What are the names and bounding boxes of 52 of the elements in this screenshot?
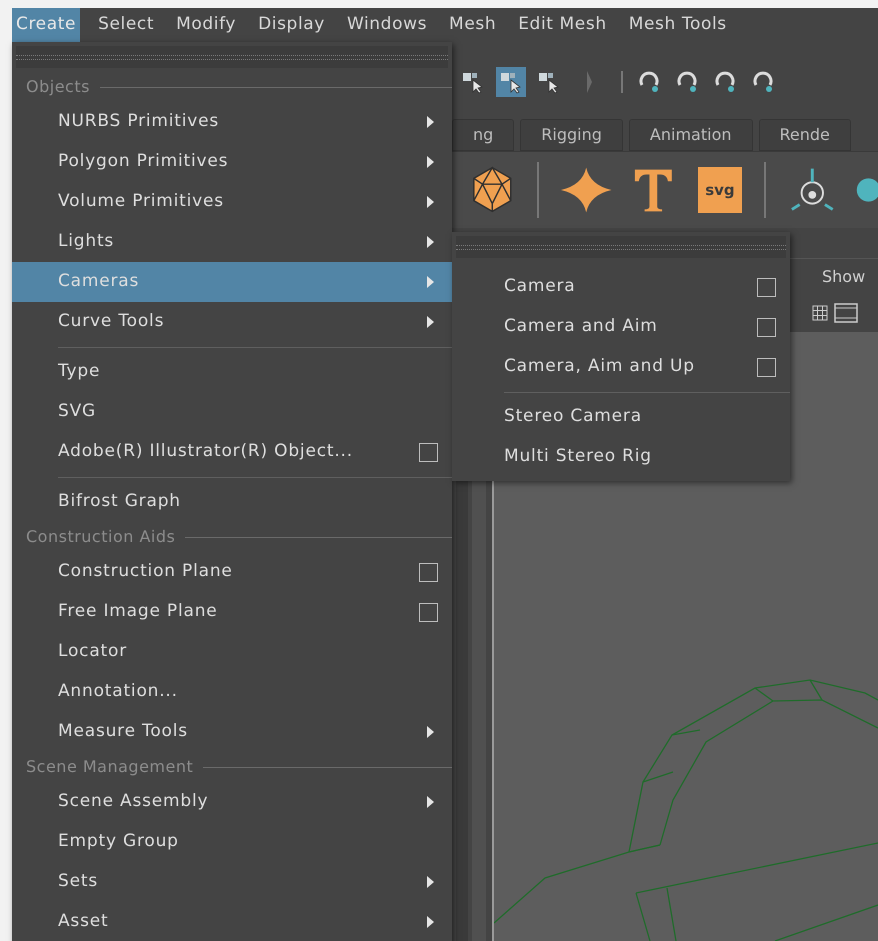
section-header: Objects <box>26 76 90 98</box>
option-box[interactable] <box>419 443 438 462</box>
menu-bar-item[interactable]: Edit Mesh <box>514 8 611 42</box>
shelf-tab[interactable]: Rigging <box>520 119 623 151</box>
menu-bar-item[interactable]: Mesh Tools <box>624 8 731 42</box>
menu-bar-item[interactable]: Select <box>94 8 158 42</box>
menu-item[interactable]: Locator <box>12 632 452 672</box>
option-box[interactable] <box>419 563 438 582</box>
film-icon[interactable] <box>834 303 858 323</box>
svg-icon[interactable]: svg <box>698 167 742 213</box>
menu-item[interactable]: Bifrost Graph <box>12 482 452 522</box>
menu-bar-item[interactable]: Display <box>254 8 329 42</box>
menu-item[interactable]: Measure Tools <box>12 712 452 752</box>
option-box[interactable] <box>757 358 776 377</box>
menu-bar-item[interactable]: Windows <box>342 8 432 42</box>
menu-item[interactable]: Polygon Primitives <box>12 142 452 182</box>
menu-item[interactable]: Multi Stereo Rig <box>452 437 790 477</box>
divider-icon <box>620 69 624 95</box>
panel-menu-item[interactable]: Show <box>822 264 866 288</box>
menu-item[interactable]: Camera <box>452 267 790 307</box>
menu-bar-item[interactable]: Mesh <box>445 8 500 42</box>
menu-item[interactable]: Free Image Plane <box>12 592 452 632</box>
option-box[interactable] <box>757 318 776 337</box>
menu-bar-item[interactable]: Modify <box>172 8 240 42</box>
tear-off-handle[interactable] <box>456 236 786 258</box>
menu-item[interactable]: Curve Tools <box>12 302 452 342</box>
section-header: Scene Management <box>26 756 194 778</box>
menu-item[interactable]: Stereo Camera <box>452 397 790 437</box>
menu-item[interactable]: Volume Primitives <box>12 182 452 222</box>
menu-item[interactable]: Camera and Aim <box>452 307 790 347</box>
menu-item[interactable]: SVG <box>12 392 452 432</box>
option-box[interactable] <box>757 278 776 297</box>
grid-icon[interactable] <box>812 305 828 321</box>
menu-item[interactable]: Construction Plane <box>12 552 452 592</box>
menu-item[interactable]: Annotation... <box>12 672 452 712</box>
section-header: Construction Aids <box>26 526 176 548</box>
menu-item[interactable]: Empty Group <box>12 822 452 862</box>
menu-item[interactable]: Asset <box>12 902 452 941</box>
select-tool-icon[interactable] <box>496 67 526 97</box>
menu-item[interactable]: Adobe(R) Illustrator(R) Object... <box>12 432 452 472</box>
menu-item[interactable]: Lights <box>12 222 452 262</box>
shelf-tab[interactable]: Rende <box>758 119 851 151</box>
menu-item[interactable]: Scene Assembly <box>12 782 452 822</box>
menu-item[interactable]: Sets <box>12 862 452 902</box>
menu-item[interactable]: Type <box>12 352 452 392</box>
divider-icon <box>586 69 594 95</box>
option-box[interactable] <box>419 603 438 622</box>
shelf-tab[interactable]: ng <box>452 119 514 151</box>
menu-item[interactable]: Camera, Aim and Up <box>452 347 790 387</box>
shelf-tab[interactable]: Animation <box>628 119 752 151</box>
menu-item[interactable]: NURBS Primitives <box>12 102 452 142</box>
tear-off-handle[interactable] <box>16 46 448 68</box>
